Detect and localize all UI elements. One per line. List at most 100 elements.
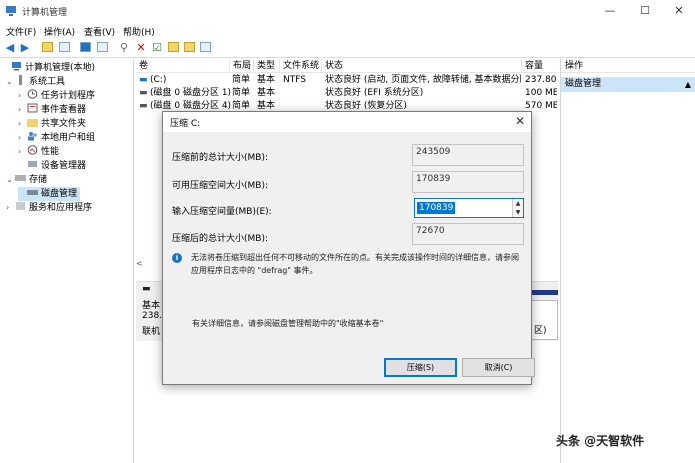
actions-header: 操作 — [561, 59, 695, 73]
services-icon — [16, 202, 25, 210]
tree-label: 事件查看器 — [41, 105, 87, 115]
tree-node-event-viewer[interactable]: › 事件查看器 — [18, 103, 132, 117]
actions-item-disk-management[interactable]: 磁盘管理 ▲ — [561, 77, 695, 92]
tree-node-disk-management[interactable]: 磁盘管理 — [18, 187, 80, 201]
column-filesystem[interactable]: 文件系统 — [280, 59, 322, 73]
spin-down-icon[interactable]: ▼ — [513, 208, 523, 217]
folder-up-icon[interactable] — [40, 40, 54, 54]
console-tree-icon[interactable] — [57, 40, 71, 54]
check-icon[interactable]: ☑ — [150, 40, 164, 54]
computer-management-icon — [6, 6, 16, 16]
expand-icon[interactable]: › — [18, 145, 27, 159]
volume-status: 状态良好 (EFI 系统分区) — [325, 88, 424, 98]
value-total-before: 243509 — [412, 144, 524, 166]
forward-icon[interactable]: ▶ — [18, 40, 32, 54]
storage-icon — [15, 175, 26, 181]
expand-icon[interactable]: › — [18, 131, 27, 145]
expand-icon[interactable]: ⌄ — [6, 173, 15, 187]
partition-block[interactable]: 区) — [531, 300, 558, 340]
tree-node-system-tools[interactable]: ⌄ 系统工具 — [6, 75, 132, 89]
expand-icon[interactable]: › — [6, 201, 15, 215]
info-message: 无法将卷压缩到超出任何不可移动的文件所在的点。有关完成该操作时间的详细信息，请参… — [191, 253, 519, 275]
maximize-button[interactable]: ☐ — [630, 0, 660, 22]
shrink-amount-input[interactable]: 170839 ▲ ▼ — [414, 198, 524, 218]
minimize-button[interactable]: — — [595, 0, 625, 22]
tree-label: 计算机管理(本地) — [25, 63, 96, 73]
toolbar: ◀ ▶ ⚲ ✕ ☑ — [0, 38, 695, 58]
help-icon[interactable] — [78, 40, 92, 54]
shrink-amount-value[interactable]: 170839 — [417, 202, 456, 214]
collapse-arrow-icon[interactable]: ▲ — [685, 77, 691, 92]
volume-icon: ▬ — [139, 88, 148, 98]
performance-icon — [27, 145, 38, 155]
tree-label: 设备管理器 — [41, 161, 87, 171]
expand-icon[interactable]: › — [18, 117, 27, 131]
tree-node-task-scheduler[interactable]: › 任务计划程序 — [18, 89, 132, 103]
tree-node-device-manager[interactable]: 设备管理器 — [18, 159, 132, 173]
device-manager-icon — [28, 161, 37, 167]
volume-row[interactable]: ▬ (C:) 简单 基本 NTFS 状态良好 (启动, 页面文件, 故障转储, … — [136, 74, 558, 86]
tree-label: 系统工具 — [29, 77, 66, 87]
volume-type: 基本 — [257, 75, 276, 85]
delete-icon[interactable]: ✕ — [134, 40, 148, 54]
connect-icon[interactable]: ⚲ — [117, 40, 131, 54]
column-status[interactable]: 状态 — [322, 59, 522, 73]
label-total-after: 压缩后的总计大小(MB): — [172, 234, 268, 244]
column-capacity[interactable]: 容量 — [522, 59, 558, 73]
label-shrink-amount: 输入压缩空间量(MB)(E): — [172, 207, 272, 217]
tree-node-performance[interactable]: › 性能 — [18, 145, 132, 159]
back-icon[interactable]: ◀ — [3, 40, 17, 54]
dialog-title: 压缩 C: — [170, 119, 201, 129]
disk-type: 基本 — [142, 301, 161, 311]
search-folder-icon[interactable] — [182, 40, 196, 54]
menu-bar: 文件(F) 操作(A) 查看(V) 帮助(H) — [0, 22, 695, 38]
shrink-dialog: 压缩 C: ✕ 压缩前的总计大小(MB): 243509 可用压缩空间大小(MB… — [162, 111, 535, 385]
tree-node-local-users-groups[interactable]: › 本地用户和组 — [18, 131, 132, 145]
tree-node-services-applications[interactable]: › 服务和应用程序 — [6, 201, 132, 215]
volume-layout: 简单 — [232, 75, 251, 85]
properties-icon[interactable] — [95, 40, 109, 54]
disk-management-icon — [27, 190, 38, 195]
actions-item-label: 磁盘管理 — [565, 79, 602, 89]
spin-buttons[interactable]: ▲ ▼ — [512, 199, 523, 217]
volume-row[interactable]: ▬ (磁盘 0 磁盘分区 1) 简单 基本 状态良好 (EFI 系统分区) 10… — [136, 87, 558, 99]
tree-label: 磁盘管理 — [41, 189, 78, 199]
tree-label: 存储 — [29, 175, 48, 185]
tree-node-shared-folders[interactable]: › 共享文件夹 — [18, 117, 132, 131]
column-type[interactable]: 类型 — [254, 59, 280, 73]
event-viewer-icon — [27, 103, 38, 113]
shrink-button[interactable]: 压缩(S) — [384, 358, 457, 377]
open-folder-icon[interactable] — [166, 40, 180, 54]
menu-help[interactable]: 帮助(H) — [123, 25, 155, 38]
info-icon: i — [172, 253, 182, 263]
close-button[interactable]: ✕ — [664, 0, 694, 22]
column-volume[interactable]: 卷 — [136, 59, 230, 73]
partition-color-bar — [531, 290, 558, 295]
spin-up-icon[interactable]: ▲ — [513, 199, 523, 208]
tree-label: 共享文件夹 — [41, 119, 87, 129]
tools-icon — [19, 75, 22, 85]
expand-icon[interactable]: › — [18, 89, 27, 103]
tree-node-computer-management[interactable]: 计算机管理(本地) — [2, 61, 132, 75]
menu-view[interactable]: 查看(V) — [84, 25, 115, 38]
disk-size: 238. — [142, 311, 163, 321]
expand-icon[interactable]: › — [18, 103, 27, 117]
column-layout[interactable]: 布局 — [230, 59, 254, 73]
console-tree: 计算机管理(本地) ⌄ 系统工具 › 任务计划程序 › 事件查看器 › 共享文件夹 › 本… — [0, 59, 134, 463]
volume-icon: ▬ — [139, 75, 148, 85]
scroll-left-icon[interactable]: < — [136, 259, 162, 269]
actions-pane: 操作 磁盘管理 ▲ — [560, 59, 695, 463]
menu-action[interactable]: 操作(A) — [44, 25, 75, 38]
volume-type: 基本 — [257, 88, 276, 98]
tree-node-storage[interactable]: ⌄ 存储 — [6, 173, 132, 187]
list-view-icon[interactable] — [198, 40, 212, 54]
dialog-title-bar: 压缩 C: ✕ — [163, 112, 531, 132]
volume-capacity: 237.80 — [525, 75, 557, 85]
disk-icon: ▬ — [142, 284, 151, 294]
menu-file[interactable]: 文件(F) — [6, 25, 36, 38]
dialog-close-icon[interactable]: ✕ — [515, 114, 525, 128]
shared-folder-icon — [27, 119, 38, 127]
users-icon — [28, 132, 37, 141]
cancel-button[interactable]: 取消(C) — [462, 358, 535, 377]
expand-icon[interactable]: ⌄ — [6, 75, 15, 89]
